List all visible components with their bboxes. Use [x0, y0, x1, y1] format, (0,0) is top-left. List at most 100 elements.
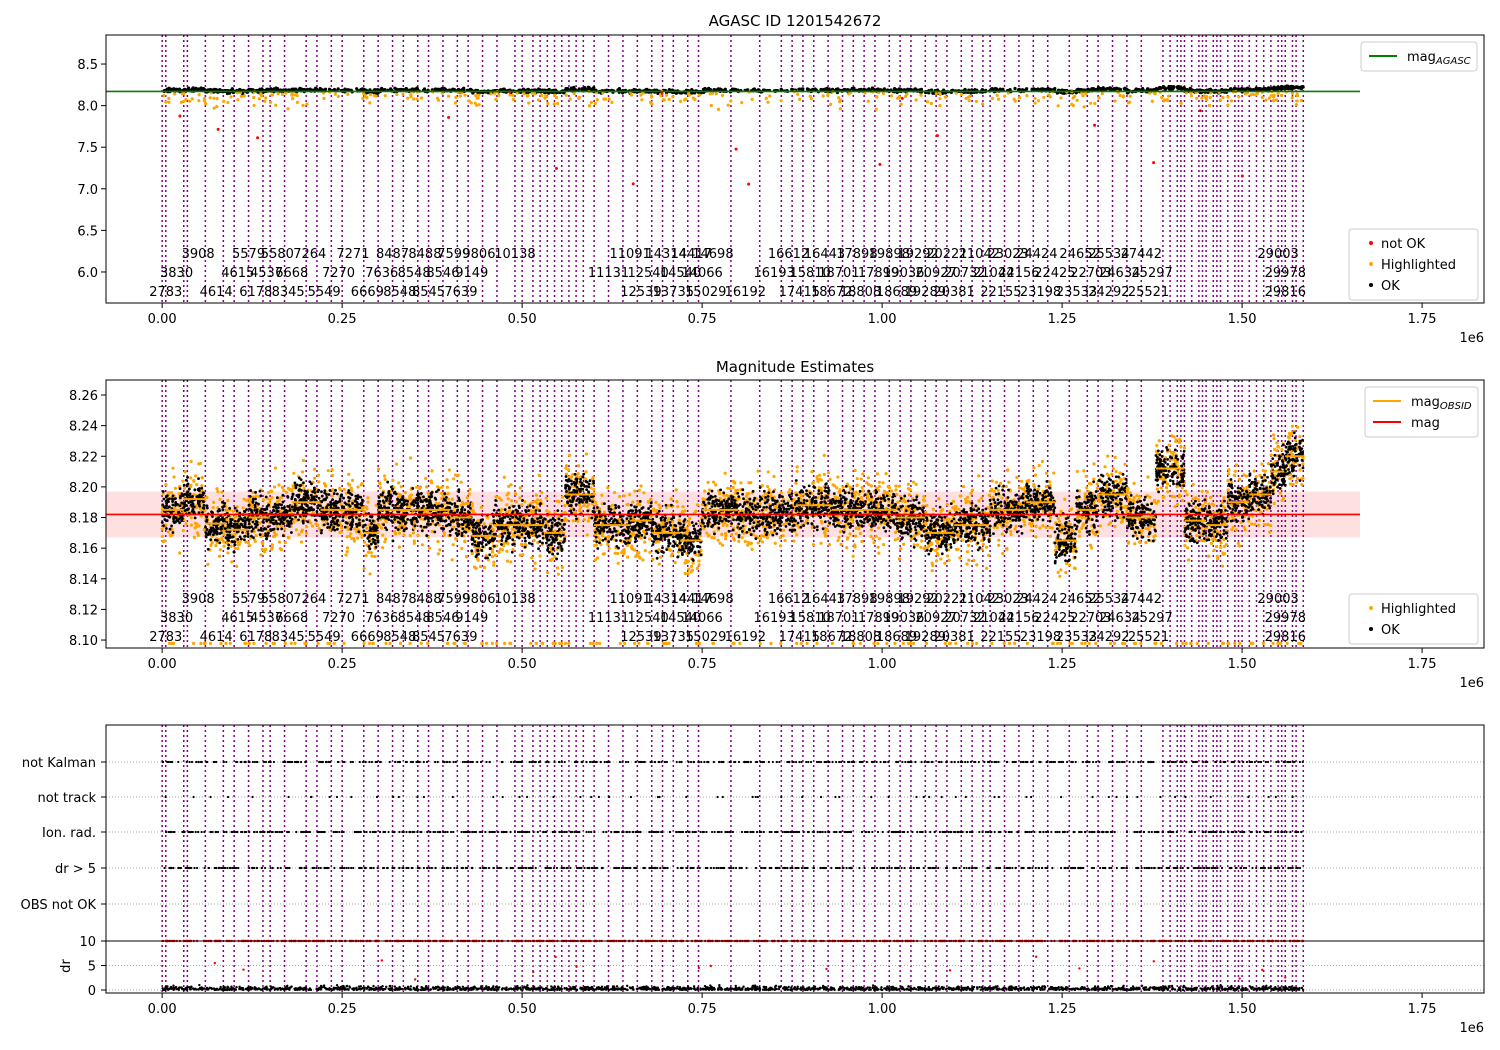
- ok-point: [265, 537, 268, 541]
- ok-point: [1263, 87, 1267, 91]
- ok-point: [328, 489, 332, 492]
- ok-point: [196, 488, 200, 492]
- ok-point: [253, 522, 257, 526]
- ok-point: [294, 515, 297, 519]
- highlighted-point: [212, 500, 216, 504]
- ok-point: [1025, 87, 1029, 91]
- highlighted-point: [190, 97, 194, 101]
- ok-point: [193, 488, 197, 492]
- highlighted-point: [838, 100, 842, 104]
- highlighted-point: [1243, 92, 1248, 96]
- highlighted-point: [184, 98, 188, 102]
- highlighted-point: [445, 478, 449, 482]
- highlighted-point: [282, 488, 286, 492]
- ok-point: [352, 510, 355, 514]
- highlighted-point: [838, 107, 842, 111]
- highlighted-point: [252, 95, 256, 100]
- ok-point: [1167, 85, 1171, 89]
- ok-point: [233, 506, 237, 510]
- ok-point: [377, 499, 381, 503]
- ok-point: [373, 524, 376, 528]
- not-ok-point: [631, 182, 635, 186]
- obsid-label: 11131: [588, 266, 629, 281]
- highlighted-point: [959, 92, 964, 96]
- ok-point: [300, 488, 303, 492]
- ok-point: [1171, 86, 1175, 90]
- highlighted-point: [440, 485, 444, 489]
- highlighted-point: [1208, 96, 1212, 100]
- ok-point: [374, 528, 378, 532]
- ok-point: [460, 534, 464, 537]
- highlighted-point: [191, 641, 196, 646]
- ok-point: [454, 527, 458, 531]
- highlighted-point: [500, 507, 504, 512]
- ok-point: [368, 519, 372, 523]
- ok-point: [461, 527, 465, 531]
- ok-point: [402, 498, 406, 502]
- highlighted-point: [494, 97, 498, 101]
- ok-point: [271, 518, 275, 522]
- x-tick-label: 0.00: [148, 312, 177, 327]
- ok-point: [186, 482, 190, 486]
- ok-point: [263, 508, 267, 512]
- ok-point: [243, 524, 247, 528]
- highlighted-point: [452, 477, 456, 481]
- ok-point: [1188, 86, 1192, 90]
- highlighted-point: [182, 91, 186, 96]
- ok-point: [187, 487, 191, 491]
- ok-point: [285, 510, 289, 514]
- ok-point: [362, 524, 366, 527]
- ok-point: [193, 516, 197, 520]
- ok-point: [293, 481, 297, 485]
- ok-point: [338, 497, 342, 501]
- highlighted-point: [764, 96, 768, 100]
- highlighted-point: [263, 548, 267, 552]
- ok-point: [402, 503, 406, 506]
- ok-point: [258, 489, 262, 493]
- highlighted-point: [366, 550, 371, 554]
- ok-point: [405, 503, 409, 506]
- ok-point: [367, 539, 371, 543]
- ok-point: [259, 526, 263, 530]
- highlighted-point: [382, 474, 387, 478]
- highlighted-point: [345, 535, 349, 539]
- obsid-label: 8345: [272, 285, 305, 300]
- highlighted-point: [370, 554, 374, 558]
- highlighted-point: [511, 548, 515, 552]
- ok-point: [427, 519, 430, 523]
- ok-point: [213, 531, 217, 535]
- highlighted-point: [821, 94, 825, 98]
- highlighted-point: [925, 100, 930, 104]
- ok-point: [394, 503, 397, 507]
- highlighted-point: [490, 641, 494, 646]
- ok-point: [455, 534, 459, 537]
- highlighted-point: [964, 96, 968, 101]
- ok-point: [319, 531, 323, 535]
- highlighted-point: [572, 91, 576, 96]
- highlighted-point: [235, 564, 239, 568]
- highlighted-point: [510, 499, 514, 503]
- highlighted-point: [205, 495, 209, 500]
- highlighted-point: [297, 533, 301, 537]
- highlighted-point: [518, 496, 522, 500]
- highlighted-point: [1295, 99, 1299, 103]
- ok-point: [348, 516, 351, 519]
- ok-point: [226, 546, 230, 550]
- ok-point: [306, 520, 310, 524]
- highlighted-point: [316, 473, 321, 477]
- ok-point: [235, 522, 239, 526]
- highlighted-point: [301, 458, 306, 463]
- ok-point: [345, 522, 349, 525]
- ok-point: [265, 518, 269, 522]
- highlighted-point: [251, 490, 255, 495]
- ok-point: [488, 553, 492, 557]
- ok-point: [566, 86, 570, 91]
- ok-point: [206, 547, 210, 551]
- highlighted-point: [427, 546, 432, 550]
- ok-point: [487, 526, 491, 530]
- ok-point: [1161, 85, 1165, 90]
- ok-point: [357, 518, 361, 522]
- highlighted-point: [610, 100, 614, 105]
- ok-point: [389, 494, 393, 497]
- ok-point: [298, 514, 302, 518]
